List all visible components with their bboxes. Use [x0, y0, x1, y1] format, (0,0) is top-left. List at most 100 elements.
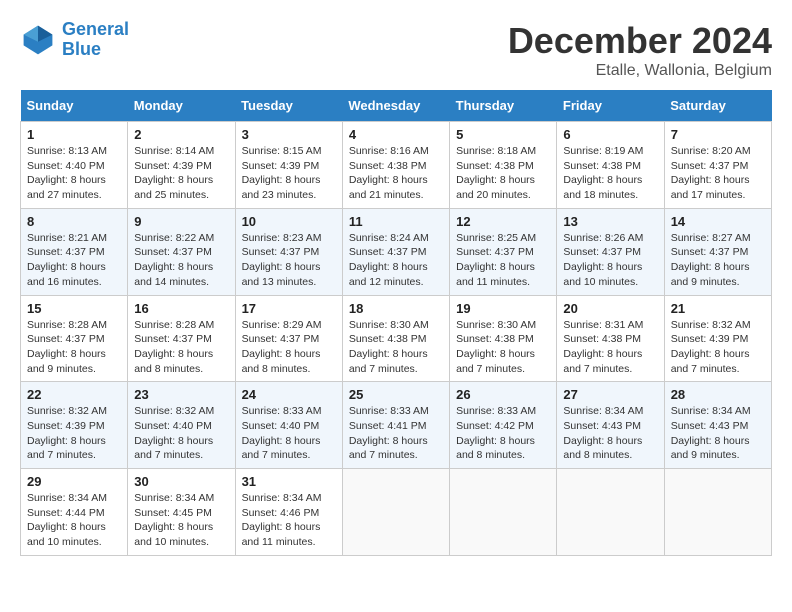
- calendar-cell: 4 Sunrise: 8:16 AM Sunset: 4:38 PM Daylig…: [342, 122, 449, 209]
- weekday-header: Monday: [128, 90, 235, 122]
- calendar-cell: [664, 469, 771, 556]
- day-info: Sunrise: 8:16 AM Sunset: 4:38 PM Dayligh…: [349, 144, 443, 203]
- calendar-cell: 13Sunrise: 8:26 AM Sunset: 4:37 PM Dayli…: [557, 208, 664, 295]
- calendar-cell: 26 Sunrise: 8:33 AM Sunset: 4:42 PM Dayli…: [450, 382, 557, 469]
- subtitle: Etalle, Wallonia, Belgium: [508, 62, 772, 80]
- day-number: 20: [563, 301, 657, 316]
- day-number: 27: [563, 387, 657, 402]
- calendar-week-row: 29 Sunrise: 8:34 AM Sunset: 4:44 PM Dayli…: [21, 469, 772, 556]
- logo-icon: [20, 22, 56, 58]
- weekday-header: Friday: [557, 90, 664, 122]
- title-area: December 2024 Etalle, Wallonia, Belgium: [508, 20, 772, 80]
- day-number: 18: [349, 301, 443, 316]
- day-number: 4: [349, 127, 443, 142]
- day-info: Sunrise: 8:25 AM Sunset: 4:37 PM Dayligh…: [456, 231, 550, 290]
- weekday-header-row: SundayMondayTuesdayWednesdayThursdayFrid…: [21, 90, 772, 122]
- day-info: Sunrise: 8:20 AM Sunset: 4:37 PM Dayligh…: [671, 144, 765, 203]
- day-info: Sunrise: 8:33 AM Sunset: 4:40 PM Dayligh…: [242, 404, 336, 463]
- weekday-header: Tuesday: [235, 90, 342, 122]
- weekday-header: Sunday: [21, 90, 128, 122]
- calendar-cell: 7 Sunrise: 8:20 AM Sunset: 4:37 PM Daylig…: [664, 122, 771, 209]
- logo: General Blue: [20, 20, 129, 60]
- calendar-cell: 1 Sunrise: 8:13 AM Sunset: 4:40 PM Daylig…: [21, 122, 128, 209]
- calendar-cell: 19Sunrise: 8:30 AM Sunset: 4:38 PM Dayli…: [450, 295, 557, 382]
- calendar-cell: 14 Sunrise: 8:27 AM Sunset: 4:37 PM Dayli…: [664, 208, 771, 295]
- header: General Blue December 2024 Etalle, Wallo…: [20, 20, 772, 80]
- calendar-cell: [450, 469, 557, 556]
- day-number: 7: [671, 127, 765, 142]
- day-number: 22: [27, 387, 121, 402]
- day-number: 10: [242, 214, 336, 229]
- day-info: Sunrise: 8:34 AM Sunset: 4:43 PM Dayligh…: [563, 404, 657, 463]
- day-info: Sunrise: 8:27 AM Sunset: 4:37 PM Dayligh…: [671, 231, 765, 290]
- day-number: 26: [456, 387, 550, 402]
- calendar-week-row: 8Sunrise: 8:21 AM Sunset: 4:37 PM Daylig…: [21, 208, 772, 295]
- day-number: 23: [134, 387, 228, 402]
- calendar-cell: 25 Sunrise: 8:33 AM Sunset: 4:41 PM Dayli…: [342, 382, 449, 469]
- day-number: 2: [134, 127, 228, 142]
- day-number: 8: [27, 214, 121, 229]
- weekday-header: Wednesday: [342, 90, 449, 122]
- day-info: Sunrise: 8:34 AM Sunset: 4:44 PM Dayligh…: [27, 491, 121, 550]
- month-title: December 2024: [508, 20, 772, 62]
- day-number: 24: [242, 387, 336, 402]
- day-info: Sunrise: 8:28 AM Sunset: 4:37 PM Dayligh…: [134, 318, 228, 377]
- calendar-cell: 10 Sunrise: 8:23 AM Sunset: 4:37 PM Dayli…: [235, 208, 342, 295]
- day-number: 5: [456, 127, 550, 142]
- calendar-cell: 16Sunrise: 8:28 AM Sunset: 4:37 PM Dayli…: [128, 295, 235, 382]
- day-number: 25: [349, 387, 443, 402]
- calendar-cell: 27 Sunrise: 8:34 AM Sunset: 4:43 PM Dayli…: [557, 382, 664, 469]
- day-number: 3: [242, 127, 336, 142]
- calendar-week-row: 15Sunrise: 8:28 AM Sunset: 4:37 PM Dayli…: [21, 295, 772, 382]
- calendar-cell: 30Sunrise: 8:34 AM Sunset: 4:45 PM Dayli…: [128, 469, 235, 556]
- day-info: Sunrise: 8:32 AM Sunset: 4:39 PM Dayligh…: [27, 404, 121, 463]
- calendar-cell: 22 Sunrise: 8:32 AM Sunset: 4:39 PM Dayli…: [21, 382, 128, 469]
- day-info: Sunrise: 8:23 AM Sunset: 4:37 PM Dayligh…: [242, 231, 336, 290]
- calendar-cell: [557, 469, 664, 556]
- calendar-cell: 29 Sunrise: 8:34 AM Sunset: 4:44 PM Dayli…: [21, 469, 128, 556]
- day-info: Sunrise: 8:34 AM Sunset: 4:46 PM Dayligh…: [242, 491, 336, 550]
- calendar-cell: 11Sunrise: 8:24 AM Sunset: 4:37 PM Dayli…: [342, 208, 449, 295]
- logo-text: General Blue: [62, 20, 129, 60]
- day-info: Sunrise: 8:14 AM Sunset: 4:39 PM Dayligh…: [134, 144, 228, 203]
- day-info: Sunrise: 8:31 AM Sunset: 4:38 PM Dayligh…: [563, 318, 657, 377]
- calendar-cell: 8Sunrise: 8:21 AM Sunset: 4:37 PM Daylig…: [21, 208, 128, 295]
- calendar-cell: [342, 469, 449, 556]
- calendar-cell: 6Sunrise: 8:19 AM Sunset: 4:38 PM Daylig…: [557, 122, 664, 209]
- calendar-cell: 20 Sunrise: 8:31 AM Sunset: 4:38 PM Dayli…: [557, 295, 664, 382]
- calendar-cell: 28 Sunrise: 8:34 AM Sunset: 4:43 PM Dayli…: [664, 382, 771, 469]
- day-number: 12: [456, 214, 550, 229]
- calendar-cell: 9Sunrise: 8:22 AM Sunset: 4:37 PM Daylig…: [128, 208, 235, 295]
- calendar-cell: 23Sunrise: 8:32 AM Sunset: 4:40 PM Dayli…: [128, 382, 235, 469]
- day-number: 31: [242, 474, 336, 489]
- day-number: 1: [27, 127, 121, 142]
- calendar-cell: 5 Sunrise: 8:18 AM Sunset: 4:38 PM Daylig…: [450, 122, 557, 209]
- day-number: 11: [349, 214, 443, 229]
- calendar-cell: 3 Sunrise: 8:15 AM Sunset: 4:39 PM Daylig…: [235, 122, 342, 209]
- day-info: Sunrise: 8:34 AM Sunset: 4:43 PM Dayligh…: [671, 404, 765, 463]
- day-number: 14: [671, 214, 765, 229]
- calendar-cell: 31 Sunrise: 8:34 AM Sunset: 4:46 PM Dayli…: [235, 469, 342, 556]
- calendar-cell: 17Sunrise: 8:29 AM Sunset: 4:37 PM Dayli…: [235, 295, 342, 382]
- calendar-cell: 24 Sunrise: 8:33 AM Sunset: 4:40 PM Dayli…: [235, 382, 342, 469]
- day-info: Sunrise: 8:32 AM Sunset: 4:39 PM Dayligh…: [671, 318, 765, 377]
- calendar-cell: 18 Sunrise: 8:30 AM Sunset: 4:38 PM Dayli…: [342, 295, 449, 382]
- calendar-cell: 21Sunrise: 8:32 AM Sunset: 4:39 PM Dayli…: [664, 295, 771, 382]
- day-info: Sunrise: 8:13 AM Sunset: 4:40 PM Dayligh…: [27, 144, 121, 203]
- day-info: Sunrise: 8:33 AM Sunset: 4:41 PM Dayligh…: [349, 404, 443, 463]
- calendar-week-row: 22 Sunrise: 8:32 AM Sunset: 4:39 PM Dayli…: [21, 382, 772, 469]
- weekday-header: Saturday: [664, 90, 771, 122]
- day-info: Sunrise: 8:30 AM Sunset: 4:38 PM Dayligh…: [349, 318, 443, 377]
- day-number: 29: [27, 474, 121, 489]
- day-info: Sunrise: 8:33 AM Sunset: 4:42 PM Dayligh…: [456, 404, 550, 463]
- day-info: Sunrise: 8:18 AM Sunset: 4:38 PM Dayligh…: [456, 144, 550, 203]
- day-number: 13: [563, 214, 657, 229]
- day-number: 28: [671, 387, 765, 402]
- day-info: Sunrise: 8:30 AM Sunset: 4:38 PM Dayligh…: [456, 318, 550, 377]
- day-number: 6: [563, 127, 657, 142]
- calendar-cell: 15Sunrise: 8:28 AM Sunset: 4:37 PM Dayli…: [21, 295, 128, 382]
- day-info: Sunrise: 8:15 AM Sunset: 4:39 PM Dayligh…: [242, 144, 336, 203]
- day-info: Sunrise: 8:29 AM Sunset: 4:37 PM Dayligh…: [242, 318, 336, 377]
- weekday-header: Thursday: [450, 90, 557, 122]
- calendar-cell: 2 Sunrise: 8:14 AM Sunset: 4:39 PM Daylig…: [128, 122, 235, 209]
